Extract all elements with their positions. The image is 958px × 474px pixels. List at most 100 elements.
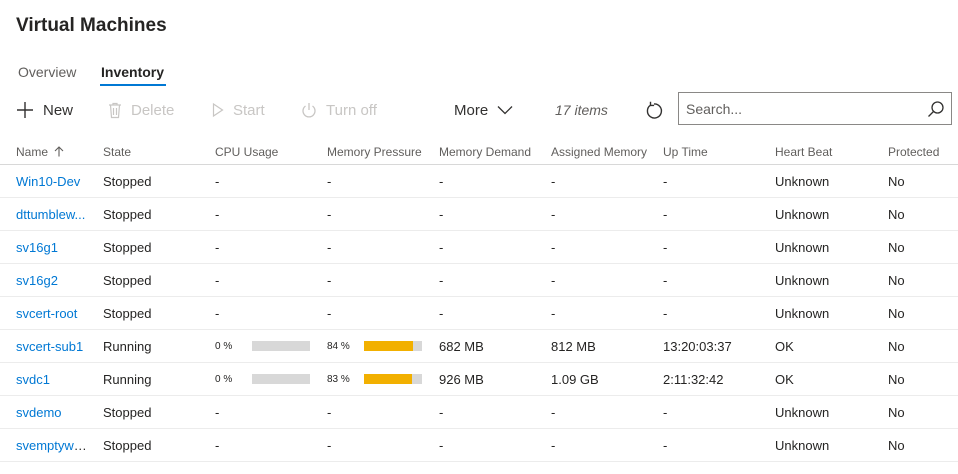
- table-row[interactable]: sv16g2 Stopped - - - - - Unknown No: [0, 263, 958, 297]
- table-row[interactable]: dttumblew... Stopped - - - - - Unknown No: [0, 197, 958, 231]
- state-cell: Stopped: [87, 263, 199, 297]
- state-cell: Running: [87, 362, 199, 396]
- new-button-label: New: [43, 101, 74, 119]
- cpu-usage-percent: 0 %: [215, 340, 233, 352]
- table-row[interactable]: svdc1 Running 0 % 83 % 926 MB 1.09 GB 2:11:32:…: [0, 362, 958, 396]
- heart-beat-cell: Unknown: [759, 164, 872, 198]
- state-cell: Stopped: [87, 395, 199, 429]
- state-cell: Stopped: [87, 230, 199, 264]
- search-box[interactable]: [678, 92, 952, 125]
- cpu-usage-meter: 0 %: [215, 374, 311, 385]
- start-button[interactable]: Start: [212, 99, 265, 121]
- memory-demand-cell: 926 MB: [423, 362, 535, 396]
- vm-name-link[interactable]: sv16g1: [16, 240, 58, 255]
- heart-beat-cell: Unknown: [759, 395, 872, 429]
- protected-cell: No: [872, 263, 958, 297]
- memory-pressure-percent: 83 %: [327, 373, 350, 385]
- tab-overview[interactable]: Overview: [18, 64, 76, 80]
- memory-pressure-cell: -: [311, 296, 423, 330]
- assigned-memory-cell: -: [535, 197, 647, 231]
- table-row[interactable]: Win10-Dev Stopped - - - - - Unknown No: [0, 164, 958, 198]
- memory-pressure-cell: -: [311, 164, 423, 198]
- vm-name-link[interactable]: dttumblew...: [16, 207, 85, 222]
- power-icon: [301, 102, 317, 119]
- vm-name-link[interactable]: svemptywi...: [16, 438, 87, 453]
- protected-cell: No: [872, 395, 958, 429]
- table-row[interactable]: svcert-sub1 Running 0 % 84 % 682 MB 812 MB 13:…: [0, 329, 958, 363]
- new-button[interactable]: New: [16, 99, 73, 121]
- protected-cell: No: [872, 164, 958, 198]
- column-header-memory-demand[interactable]: Memory Demand: [423, 140, 535, 165]
- vm-name-cell: svcert-root: [0, 296, 87, 330]
- more-button[interactable]: More: [454, 99, 513, 121]
- assigned-memory-cell: -: [535, 296, 647, 330]
- cpu-usage-cell: -: [199, 230, 311, 264]
- column-header-assigned-memory[interactable]: Assigned Memory: [535, 140, 647, 165]
- assigned-memory-cell: -: [535, 263, 647, 297]
- items-count: 17 items: [555, 102, 608, 118]
- heart-beat-cell: Unknown: [759, 230, 872, 264]
- protected-cell: No: [872, 230, 958, 264]
- up-time-cell: -: [647, 296, 759, 330]
- vm-table: Name State CPU Usage Memory Pressure Mem…: [0, 140, 958, 462]
- search-icon[interactable]: [927, 100, 945, 123]
- vm-name-link[interactable]: Win10-Dev: [16, 174, 80, 189]
- column-header-protected[interactable]: Protected: [872, 140, 958, 165]
- assigned-memory-cell: -: [535, 428, 647, 462]
- vm-name-link[interactable]: svcert-sub1: [16, 339, 83, 354]
- cpu-usage-cell: -: [199, 164, 311, 198]
- memory-demand-cell: -: [423, 230, 535, 264]
- up-time-cell: -: [647, 395, 759, 429]
- vm-name-link[interactable]: sv16g2: [16, 273, 58, 288]
- column-header-name[interactable]: Name: [0, 140, 87, 165]
- sort-ascending-icon: [54, 145, 64, 160]
- protected-cell: No: [872, 428, 958, 462]
- heart-beat-cell: OK: [759, 329, 872, 363]
- memory-pressure-percent: 84 %: [327, 340, 350, 352]
- up-time-cell: -: [647, 230, 759, 264]
- memory-pressure-bar-fill: [364, 374, 413, 384]
- memory-pressure-meter: 83 %: [327, 374, 423, 385]
- cpu-usage-cell: -: [199, 296, 311, 330]
- state-cell: Stopped: [87, 164, 199, 198]
- vm-name-cell: svdc1: [0, 362, 87, 396]
- memory-demand-cell: -: [423, 428, 535, 462]
- assigned-memory-cell: -: [535, 395, 647, 429]
- refresh-icon[interactable]: [643, 100, 665, 122]
- start-button-label: Start: [233, 101, 265, 119]
- table-row[interactable]: sv16g1 Stopped - - - - - Unknown No: [0, 230, 958, 264]
- memory-pressure-cell: -: [311, 230, 423, 264]
- table-row[interactable]: svdemo Stopped - - - - - Unknown No: [0, 395, 958, 429]
- table-header-row: Name State CPU Usage Memory Pressure Mem…: [0, 140, 958, 165]
- vm-name-cell: Win10-Dev: [0, 164, 87, 198]
- table-row[interactable]: svemptywi... Stopped - - - - - Unknown No: [0, 428, 958, 462]
- search-input[interactable]: [679, 93, 926, 124]
- trash-icon: [108, 102, 122, 119]
- delete-button-label: Delete: [131, 101, 175, 119]
- table-row[interactable]: svcert-root Stopped - - - - - Unknown No: [0, 296, 958, 330]
- memory-demand-cell: -: [423, 197, 535, 231]
- up-time-cell: -: [647, 164, 759, 198]
- cpu-usage-bar: [252, 374, 310, 384]
- cpu-usage-cell: -: [199, 428, 311, 462]
- vm-name-link[interactable]: svcert-root: [16, 306, 77, 321]
- column-header-memory-pressure[interactable]: Memory Pressure: [311, 140, 423, 165]
- column-header-state[interactable]: State: [87, 140, 199, 165]
- vm-name-link[interactable]: svdc1: [16, 372, 50, 387]
- cpu-usage-percent: 0 %: [215, 373, 233, 385]
- cpu-usage-cell: -: [199, 263, 311, 297]
- delete-button[interactable]: Delete: [108, 99, 174, 121]
- column-header-heart-beat[interactable]: Heart Beat: [759, 140, 872, 165]
- heart-beat-cell: Unknown: [759, 296, 872, 330]
- state-cell: Running: [87, 329, 199, 363]
- column-header-cpu-usage[interactable]: CPU Usage: [199, 140, 311, 165]
- column-header-up-time[interactable]: Up Time: [647, 140, 759, 165]
- memory-pressure-cell: -: [311, 428, 423, 462]
- vm-name-link[interactable]: svdemo: [16, 405, 62, 420]
- vm-name-cell: svdemo: [0, 395, 87, 429]
- turn-off-button[interactable]: Turn off: [301, 99, 377, 121]
- assigned-memory-cell: 812 MB: [535, 329, 647, 363]
- tab-inventory[interactable]: Inventory: [101, 64, 164, 80]
- memory-pressure-cell: 83 %: [311, 362, 423, 396]
- memory-pressure-bar: [364, 374, 422, 384]
